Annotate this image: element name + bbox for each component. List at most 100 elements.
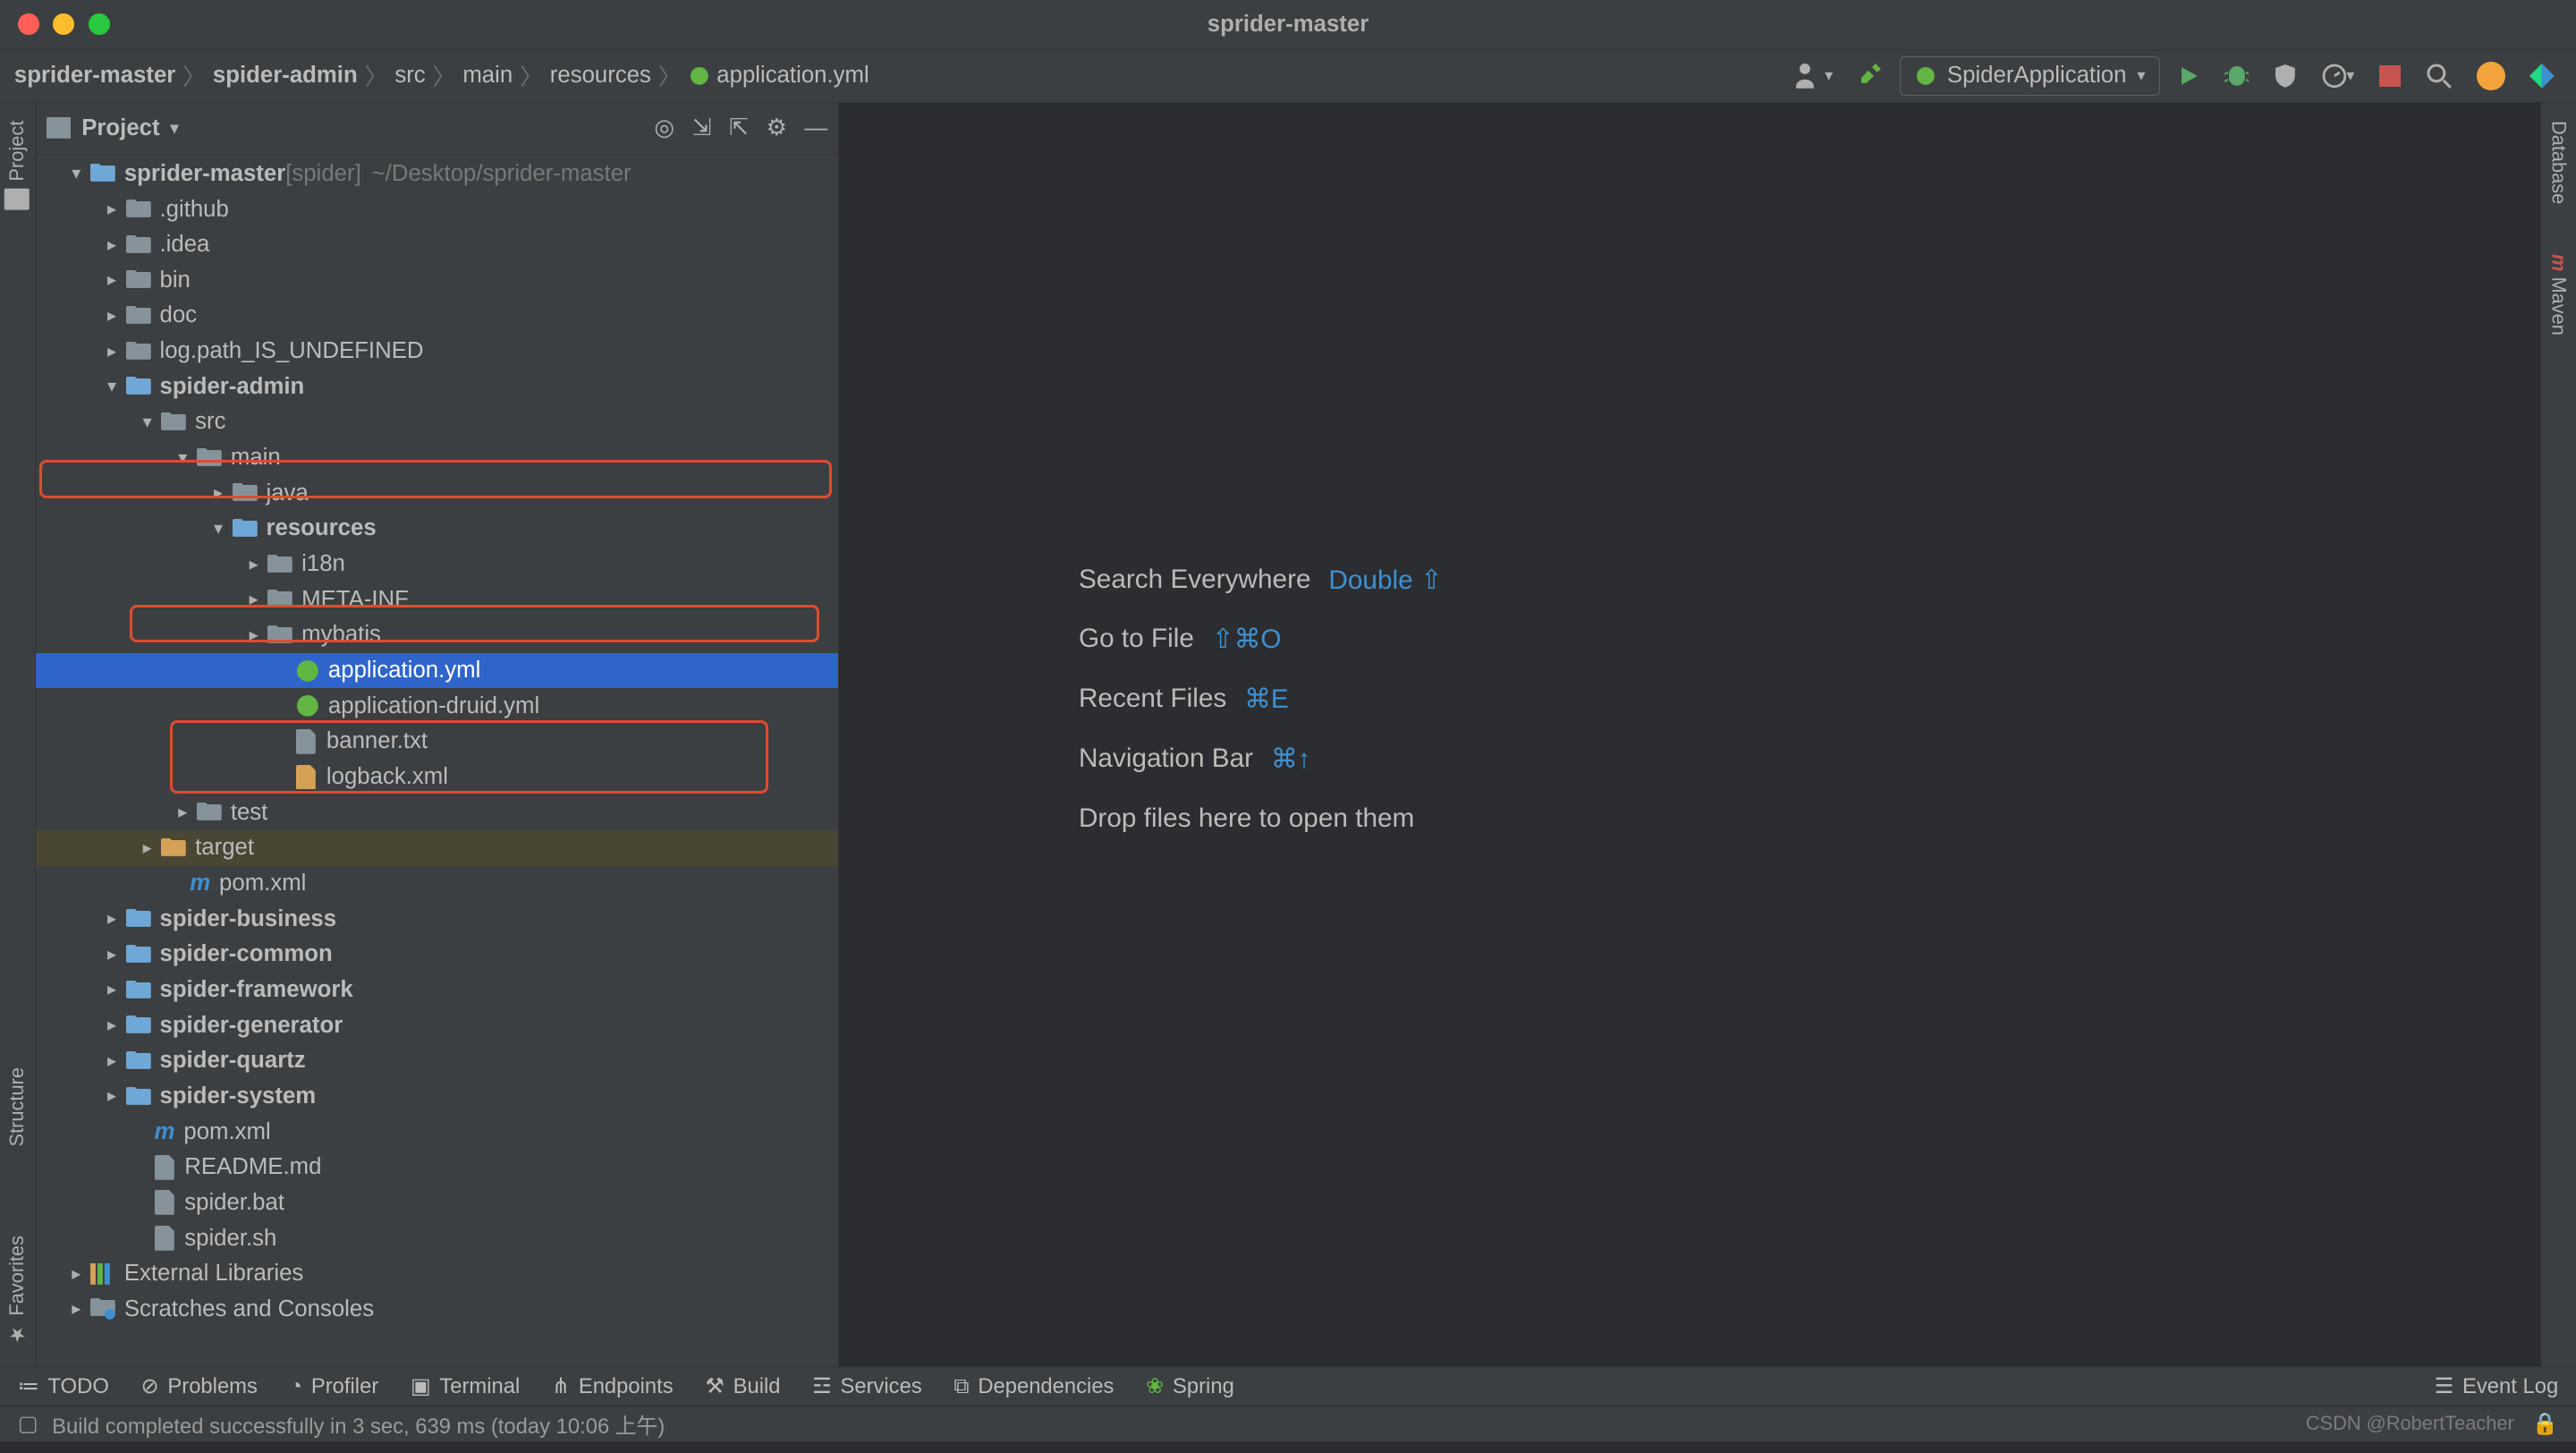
tree-arrow[interactable]: ▸	[62, 1298, 90, 1320]
tree-arrow[interactable]: ▸	[97, 269, 126, 291]
tree-row-19[interactable]: ▸target	[36, 830, 839, 866]
tree-row-5[interactable]: ▸log.path_IS_UNDEFINED	[36, 334, 839, 370]
tree-row-15[interactable]: application-druid.yml	[36, 688, 839, 724]
crumb-1[interactable]: spider-admin	[213, 63, 358, 89]
tree-arrow[interactable]: ▸	[97, 1050, 126, 1072]
debug-button[interactable]	[2217, 56, 2257, 96]
tree-arrow[interactable]: ▸	[240, 625, 268, 646]
jetbrains-icon[interactable]	[2523, 56, 2563, 96]
project-panel-title-group[interactable]: Project ▾	[47, 115, 179, 141]
status-window-icon[interactable]: ▢	[18, 1411, 38, 1437]
tree-row-2[interactable]: ▸.idea	[36, 227, 839, 263]
tree-row-25[interactable]: ▸spider-quartz	[36, 1043, 839, 1079]
tree-arrow[interactable]: ▸	[240, 589, 268, 610]
status-lock-icon[interactable]: 🔒	[2532, 1411, 2559, 1437]
maximize-window[interactable]	[89, 13, 110, 35]
gear-icon[interactable]: ⚙	[767, 115, 787, 141]
tree-row-3[interactable]: ▸bin	[36, 262, 839, 298]
tree-row-17[interactable]: logback.xml	[36, 760, 839, 795]
stop-button[interactable]	[2372, 56, 2408, 96]
tree-row-12[interactable]: ▸META-INF	[36, 582, 839, 617]
left-tab-favorites[interactable]: ★Favorites	[5, 1236, 29, 1346]
crumb-2[interactable]: src	[394, 63, 425, 89]
select-opened-file-icon[interactable]: ◎	[654, 115, 674, 141]
tree-arrow[interactable]: ▾	[204, 518, 233, 540]
crumb-3[interactable]: main	[462, 63, 513, 89]
tree-row-29[interactable]: spider.bat	[36, 1185, 839, 1221]
tree-arrow[interactable]: ▸	[240, 554, 268, 575]
project-tree[interactable]: ▾sprider-master [spider]~/Desktop/spride…	[36, 155, 839, 1367]
tree-arrow[interactable]: ▾	[97, 376, 126, 397]
run-coverage-button[interactable]	[2267, 56, 2304, 96]
tree-arrow[interactable]: ▾	[62, 163, 90, 184]
tree-row-11[interactable]: ▸i18n	[36, 547, 839, 582]
crumb-0[interactable]: sprider-master	[14, 63, 175, 89]
tree-row-30[interactable]: spider.sh	[36, 1220, 839, 1256]
bottom-tab-todo[interactable]: ≔TODO	[18, 1373, 109, 1399]
tree-row-9[interactable]: ▸java	[36, 475, 839, 511]
search-everywhere-button[interactable]	[2419, 56, 2460, 96]
tree-arrow[interactable]: ▸	[97, 944, 126, 965]
tree-row-23[interactable]: ▸spider-framework	[36, 973, 839, 1008]
tree-row-24[interactable]: ▸spider-generator	[36, 1007, 839, 1043]
tree-arrow[interactable]: ▸	[97, 908, 126, 930]
left-tab-structure[interactable]: Structure	[5, 1067, 29, 1146]
tree-row-7[interactable]: ▾src	[36, 404, 839, 440]
tree-arrow[interactable]: ▸	[97, 199, 126, 220]
tree-row-1[interactable]: ▸.github	[36, 191, 839, 227]
bottom-tab-profiler[interactable]: ◔Profiler	[290, 1374, 379, 1399]
bottom-tab-problems[interactable]: ⊘Problems	[141, 1373, 258, 1399]
tree-row-0[interactable]: ▾sprider-master [spider]~/Desktop/spride…	[36, 157, 839, 192]
tree-row-20[interactable]: mpom.xml	[36, 866, 839, 902]
tree-row-6[interactable]: ▾spider-admin	[36, 369, 839, 404]
close-window[interactable]	[18, 13, 39, 35]
ide-updates-avatar[interactable]	[2470, 56, 2512, 96]
tree-arrow[interactable]: ▸	[97, 1085, 126, 1107]
tree-row-26[interactable]: ▸spider-system	[36, 1079, 839, 1115]
tree-arrow[interactable]: ▸	[97, 979, 126, 1000]
run-config-selector[interactable]: SpiderApplication ▾	[1900, 56, 2160, 96]
tree-arrow[interactable]: ▸	[97, 1015, 126, 1036]
tree-row-14[interactable]: application.yml	[36, 653, 839, 689]
tree-arrow[interactable]: ▾	[133, 412, 162, 433]
collapse-all-icon[interactable]: ⇱	[729, 115, 749, 141]
tree-row-31[interactable]: ▸External Libraries	[36, 1256, 839, 1292]
tree-arrow[interactable]: ▾	[168, 447, 197, 469]
minimize-window[interactable]	[53, 13, 74, 35]
vcs-user-icon[interactable]: ▾	[1789, 56, 1840, 96]
expand-all-icon[interactable]: ⇲	[692, 115, 712, 141]
event-log-button[interactable]: ☰Event Log	[2435, 1373, 2558, 1399]
tree-arrow[interactable]: ▸	[168, 802, 197, 823]
run-with-profiler-button[interactable]: ▾	[2315, 56, 2362, 96]
tree-row-10[interactable]: ▾resources	[36, 511, 839, 547]
crumb-4[interactable]: resources	[550, 63, 651, 89]
bottom-tab-endpoints[interactable]: ⋔Endpoints	[552, 1373, 674, 1399]
bottom-tab-spring[interactable]: ❀Spring	[1146, 1373, 1234, 1399]
tree-row-21[interactable]: ▸spider-business	[36, 901, 839, 937]
tree-row-18[interactable]: ▸test	[36, 794, 839, 830]
tree-row-4[interactable]: ▸doc	[36, 298, 839, 334]
crumb-5[interactable]: application.yml	[689, 63, 869, 89]
tree-arrow[interactable]: ▸	[133, 837, 162, 859]
left-tab-project[interactable]: Project	[4, 121, 30, 210]
bottom-tab-dependencies[interactable]: ⧉Dependencies	[953, 1374, 1114, 1399]
tree-arrow[interactable]: ▸	[97, 305, 126, 327]
tree-row-28[interactable]: README.md	[36, 1150, 839, 1185]
build-hammer-icon[interactable]	[1851, 56, 1890, 96]
run-button[interactable]	[2171, 56, 2207, 96]
tree-arrow[interactable]: ▸	[204, 482, 233, 504]
tree-arrow[interactable]: ▸	[97, 341, 126, 362]
bottom-tab-services[interactable]: ☲Services	[812, 1373, 922, 1399]
hide-panel-icon[interactable]: —	[805, 115, 828, 141]
tree-row-16[interactable]: banner.txt	[36, 724, 839, 760]
tree-row-27[interactable]: mpom.xml	[36, 1114, 839, 1150]
tree-row-32[interactable]: ▸Scratches and Consoles	[36, 1292, 839, 1328]
right-tab-maven[interactable]: m Maven	[2547, 254, 2571, 336]
bottom-tab-terminal[interactable]: ▣Terminal	[411, 1373, 520, 1399]
tree-row-8[interactable]: ▾main	[36, 440, 839, 476]
tree-row-13[interactable]: ▸mybatis	[36, 617, 839, 653]
tree-row-22[interactable]: ▸spider-common	[36, 937, 839, 973]
tree-arrow[interactable]: ▸	[62, 1263, 90, 1285]
tree-arrow[interactable]: ▸	[97, 234, 126, 256]
bottom-tab-build[interactable]: ⚒Build	[705, 1373, 780, 1399]
